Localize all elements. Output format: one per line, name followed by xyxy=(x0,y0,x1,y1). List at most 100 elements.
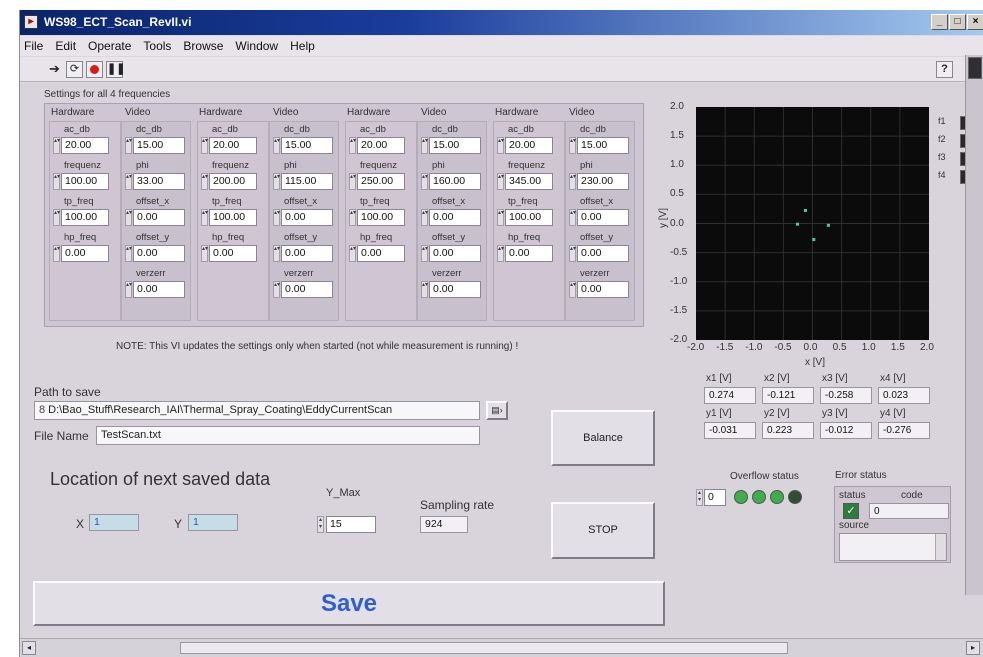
control-tp-2[interactable]: 100.00 xyxy=(209,209,257,226)
overflow-index[interactable]: 0 xyxy=(704,489,726,506)
control-hp-3[interactable]: 0.00 xyxy=(357,245,405,262)
spinner-freq-1[interactable]: ▴▾ xyxy=(53,173,60,190)
control-hp-4[interactable]: 0.00 xyxy=(505,245,553,262)
control-phi-3[interactable]: 160.00 xyxy=(429,173,481,190)
control-freq-3[interactable]: 250.00 xyxy=(357,173,405,190)
spinner-ac_db-1[interactable]: ▴▾ xyxy=(53,137,60,154)
browse-folder-icon[interactable]: ▤› xyxy=(486,401,508,420)
spinner-hp-3[interactable]: ▴▾ xyxy=(349,245,356,262)
ymax-control[interactable]: 15 xyxy=(326,516,376,533)
control-v-3[interactable]: 0.00 xyxy=(429,281,481,298)
filename-field[interactable]: TestScan.txt xyxy=(96,426,480,445)
control-ac_db-3[interactable]: 20.00 xyxy=(357,137,405,154)
spinner-ox-4[interactable]: ▴▾ xyxy=(569,209,576,226)
spinner-ac_db-2[interactable]: ▴▾ xyxy=(201,137,208,154)
horizontal-scrollbar[interactable]: ◂ ▸ xyxy=(20,638,983,657)
spinner-dc_db-4[interactable]: ▴▾ xyxy=(569,137,576,154)
spinner-ac_db-4[interactable]: ▴▾ xyxy=(497,137,504,154)
spinner-oy-4[interactable]: ▴▾ xyxy=(569,245,576,262)
control-ox-3[interactable]: 0.00 xyxy=(429,209,481,226)
spinner-ox-2[interactable]: ▴▾ xyxy=(273,209,280,226)
control-hp-1[interactable]: 0.00 xyxy=(61,245,109,262)
error-source-field[interactable] xyxy=(839,533,947,561)
control-oy-3[interactable]: 0.00 xyxy=(429,245,481,262)
scroll-right-arrow-icon[interactable]: ▸ xyxy=(966,641,980,655)
run-arrow-icon[interactable]: ➔ xyxy=(46,61,63,78)
spinner-hp-1[interactable]: ▴▾ xyxy=(53,245,60,262)
control-ox-1[interactable]: 0.00 xyxy=(133,209,185,226)
error-status-checkbox[interactable]: ✓ xyxy=(843,503,859,519)
control-oy-2[interactable]: 0.00 xyxy=(281,245,333,262)
spinner-hp-4[interactable]: ▴▾ xyxy=(497,245,504,262)
control-freq-2[interactable]: 200.00 xyxy=(209,173,257,190)
spinner-tp-2[interactable]: ▴▾ xyxy=(201,209,208,226)
spinner-v-1[interactable]: ▴▾ xyxy=(125,281,132,298)
control-tp-3[interactable]: 100.00 xyxy=(357,209,405,226)
spinner-phi-3[interactable]: ▴▾ xyxy=(421,173,428,190)
control-phi-2[interactable]: 115.00 xyxy=(281,173,333,190)
spinner-v-2[interactable]: ▴▾ xyxy=(273,281,280,298)
spinner-freq-3[interactable]: ▴▾ xyxy=(349,173,356,190)
spinner-tp-3[interactable]: ▴▾ xyxy=(349,209,356,226)
control-tp-1[interactable]: 100.00 xyxy=(61,209,109,226)
path-field[interactable]: 8 D:\Bao_Stuff\Research_IAI\Thermal_Spray… xyxy=(34,401,480,420)
menu-browse[interactable]: Browse xyxy=(183,39,223,53)
control-tp-4[interactable]: 100.00 xyxy=(505,209,553,226)
control-ox-4[interactable]: 0.00 xyxy=(577,209,629,226)
close-button[interactable]: × xyxy=(967,14,983,30)
menu-help[interactable]: Help xyxy=(290,39,315,53)
spinner-oy-1[interactable]: ▴▾ xyxy=(125,245,132,262)
menu-file[interactable]: File xyxy=(24,39,43,53)
overflow-spinner[interactable]: ▴ ▾ xyxy=(696,489,703,506)
spinner-tp-4[interactable]: ▴▾ xyxy=(497,209,504,226)
spinner-oy-2[interactable]: ▴▾ xyxy=(273,245,280,262)
spinner-freq-4[interactable]: ▴▾ xyxy=(497,173,504,190)
stop-button[interactable]: STOP xyxy=(551,502,655,559)
scroll-thumb-vertical[interactable] xyxy=(968,57,982,79)
control-freq-1[interactable]: 100.00 xyxy=(61,173,109,190)
maximize-button[interactable]: □ xyxy=(949,14,966,30)
control-v-1[interactable]: 0.00 xyxy=(133,281,185,298)
scroll-left-arrow-icon[interactable]: ◂ xyxy=(22,641,36,655)
control-hp-2[interactable]: 0.00 xyxy=(209,245,257,262)
spinner-phi-4[interactable]: ▴▾ xyxy=(569,173,576,190)
save-button[interactable]: Save xyxy=(33,581,665,626)
control-dc_db-3[interactable]: 15.00 xyxy=(429,137,481,154)
control-dc_db-4[interactable]: 15.00 xyxy=(577,137,629,154)
vertical-scrollbar[interactable] xyxy=(965,55,983,595)
control-ox-2[interactable]: 0.00 xyxy=(281,209,333,226)
spinner-ac_db-3[interactable]: ▴▾ xyxy=(349,137,356,154)
control-ac_db-1[interactable]: 20.00 xyxy=(61,137,109,154)
menu-window[interactable]: Window xyxy=(235,39,278,53)
control-dc_db-2[interactable]: 15.00 xyxy=(281,137,333,154)
control-v-2[interactable]: 0.00 xyxy=(281,281,333,298)
minimize-button[interactable]: _ xyxy=(931,14,948,30)
spinner-oy-3[interactable]: ▴▾ xyxy=(421,245,428,262)
ymax-spinner[interactable]: ▴ ▾ xyxy=(317,516,324,533)
control-oy-1[interactable]: 0.00 xyxy=(133,245,185,262)
spinner-ox-1[interactable]: ▴▾ xyxy=(125,209,132,226)
spinner-dc_db-1[interactable]: ▴▾ xyxy=(125,137,132,154)
control-oy-4[interactable]: 0.00 xyxy=(577,245,629,262)
control-freq-4[interactable]: 345.00 xyxy=(505,173,553,190)
scroll-thumb[interactable] xyxy=(180,642,788,654)
menu-edit[interactable]: Edit xyxy=(55,39,76,53)
control-phi-4[interactable]: 230.00 xyxy=(577,173,629,190)
control-dc_db-1[interactable]: 15.00 xyxy=(133,137,185,154)
spinner-v-4[interactable]: ▴▾ xyxy=(569,281,576,298)
run-continuously-icon[interactable]: ⟳ xyxy=(66,61,83,78)
pause-icon[interactable]: ❚❚ xyxy=(106,61,125,78)
spinner-freq-2[interactable]: ▴▾ xyxy=(201,173,208,190)
balance-button[interactable]: Balance xyxy=(551,410,655,466)
spinner-ox-3[interactable]: ▴▾ xyxy=(421,209,428,226)
spinner-dc_db-2[interactable]: ▴▾ xyxy=(273,137,280,154)
error-source-scrollbar[interactable] xyxy=(935,534,946,560)
spinner-phi-1[interactable]: ▴▾ xyxy=(125,173,132,190)
help-icon[interactable]: ? xyxy=(936,61,953,78)
spinner-hp-2[interactable]: ▴▾ xyxy=(201,245,208,262)
abort-stop-icon[interactable] xyxy=(86,61,103,78)
control-ac_db-2[interactable]: 20.00 xyxy=(209,137,257,154)
control-ac_db-4[interactable]: 20.00 xyxy=(505,137,553,154)
control-v-4[interactable]: 0.00 xyxy=(577,281,629,298)
spinner-v-3[interactable]: ▴▾ xyxy=(421,281,428,298)
